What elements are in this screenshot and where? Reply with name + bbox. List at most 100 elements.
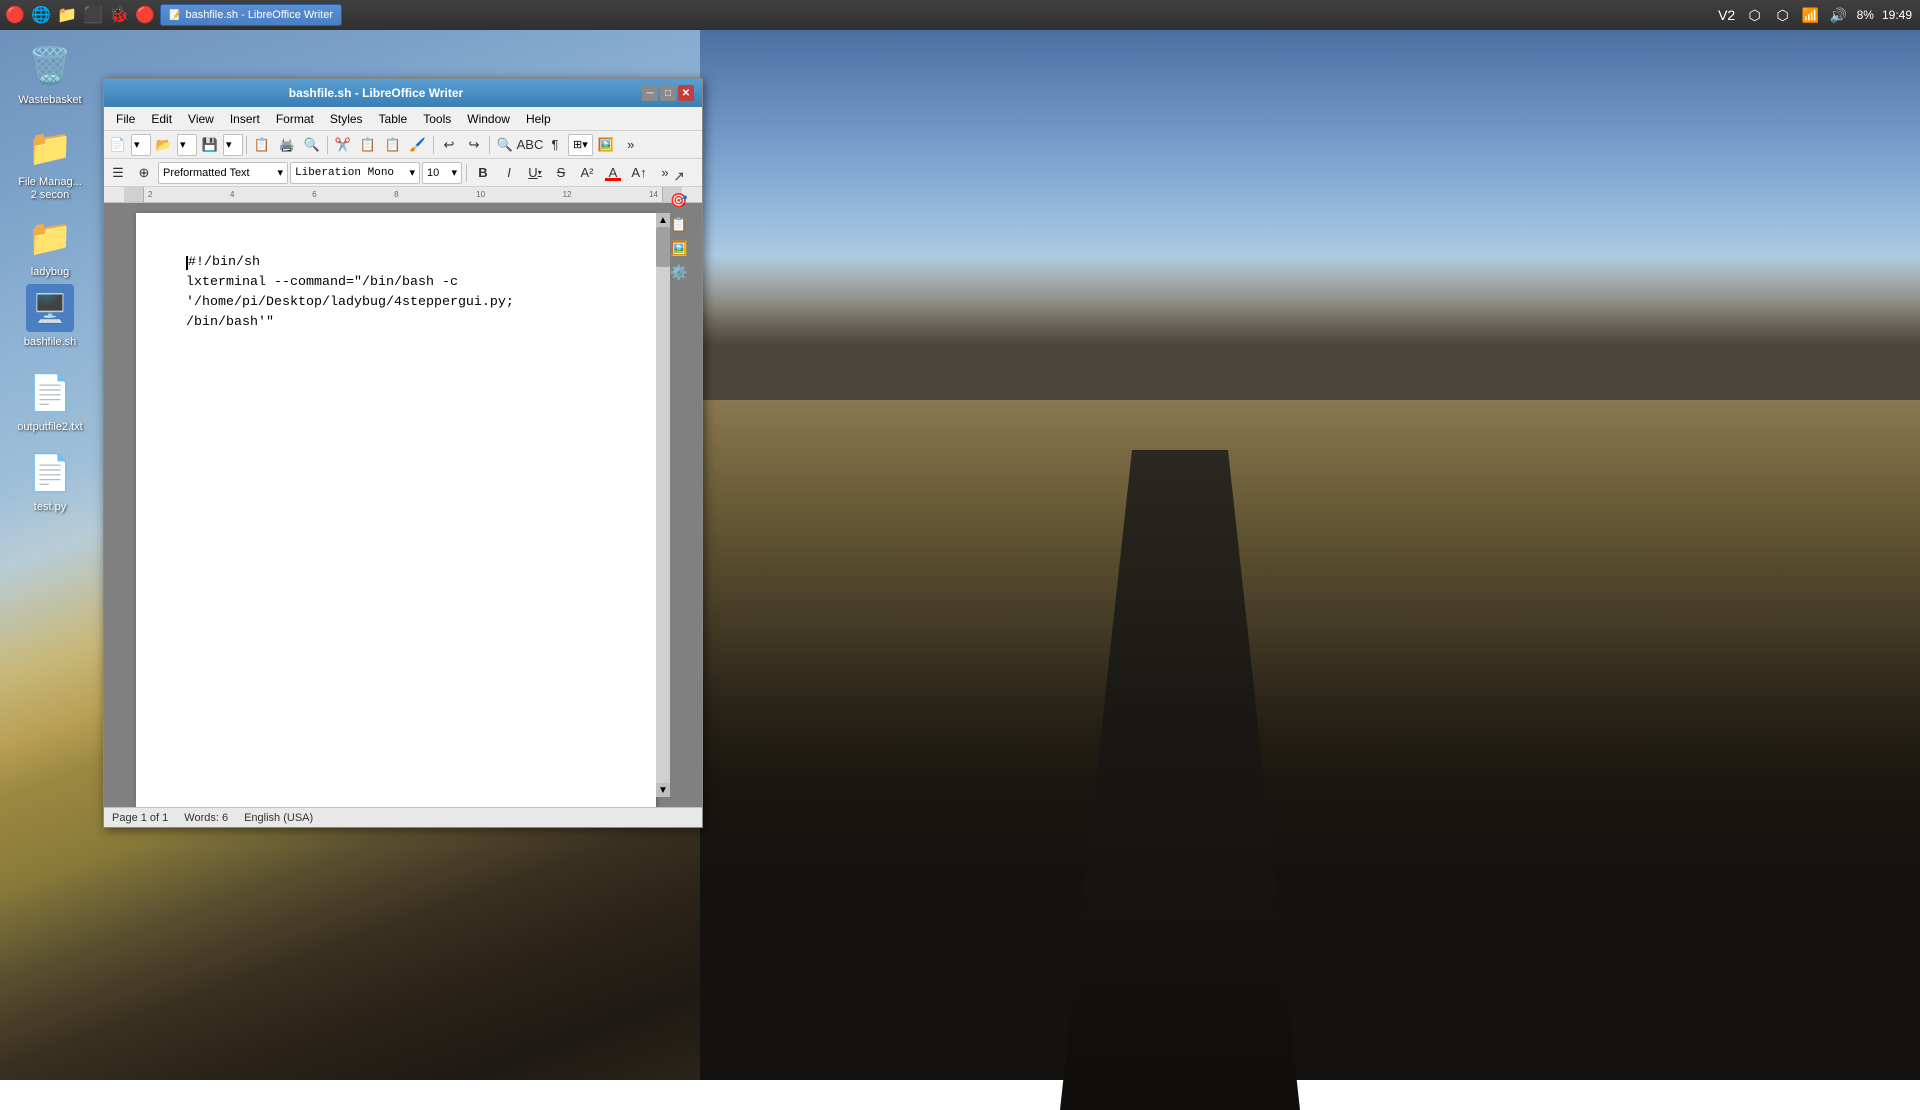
style-dropdown-value: Preformatted Text xyxy=(163,167,250,179)
taskbar: 🔴 🌐 📁 ⬛ 🐞 🔴 📝 bashfile.sh - LibreOffice … xyxy=(0,0,1920,30)
ruler-margin-left xyxy=(124,187,144,202)
more-button[interactable]: » xyxy=(619,134,643,156)
menu-view[interactable]: View xyxy=(180,110,222,128)
close-button[interactable]: ✕ xyxy=(678,85,694,101)
vertical-scrollbar[interactable]: ▲ ▼ xyxy=(656,213,670,797)
sidebar-properties-btn[interactable]: ↗ xyxy=(668,165,690,187)
menu-tools[interactable]: Tools xyxy=(415,110,459,128)
wastebasket-label: Wastebasket xyxy=(18,94,81,107)
taskbar-icon-3[interactable]: 📁 xyxy=(56,4,78,26)
separator1 xyxy=(246,136,247,154)
italic-button[interactable]: I xyxy=(497,162,521,184)
new-style-button[interactable]: ⊕ xyxy=(132,162,156,184)
font-effects-button[interactable]: A↑ xyxy=(627,162,651,184)
desktop-icon-testpy[interactable]: 📄 test.py xyxy=(10,445,90,518)
taskbar-icon-4[interactable]: ⬛ xyxy=(82,4,104,26)
save-dropdown[interactable]: ▾ xyxy=(223,134,243,156)
battery-level: 8% xyxy=(1857,8,1874,22)
sidebar-styles-btn[interactable]: 📋 xyxy=(668,213,690,235)
taskbar-icon-2[interactable]: 🌐 xyxy=(30,4,52,26)
styles-listbox-button[interactable]: ☰ xyxy=(106,162,130,184)
new-button[interactable]: 📄 xyxy=(106,134,130,156)
sidebar-gallery-btn[interactable]: 🖼️ xyxy=(668,237,690,259)
clock: 19:49 xyxy=(1882,8,1912,22)
insert-table-dropdown[interactable]: ⊞▾ xyxy=(568,134,593,156)
folder1-icon: 📁 xyxy=(26,124,74,172)
menu-help[interactable]: Help xyxy=(518,110,559,128)
tray-wifi: 📶 xyxy=(1801,5,1821,25)
menu-insert[interactable]: Insert xyxy=(222,110,268,128)
window-title: bashfile.sh - LibreOffice Writer xyxy=(112,86,640,100)
cut-button[interactable]: ✂️ xyxy=(331,134,355,156)
outputfile2-label: outputfile2.txt xyxy=(17,421,82,434)
ground-background xyxy=(700,400,1920,1080)
save-button[interactable]: 💾 xyxy=(198,134,222,156)
style-dropdown-arrow: ▾ xyxy=(277,166,283,179)
format-paintbrush[interactable]: 🖌️ xyxy=(406,134,430,156)
menu-format[interactable]: Format xyxy=(268,110,322,128)
sidebar-navigator-btn[interactable]: 🎯 xyxy=(668,189,690,211)
ruler-numbers: 2468101214 xyxy=(144,190,662,199)
menu-edit[interactable]: Edit xyxy=(143,110,180,128)
desktop-icon-ladybug[interactable]: 📁 ladybug xyxy=(10,210,90,283)
menu-window[interactable]: Window xyxy=(459,110,518,128)
superscript-button[interactable]: A² xyxy=(575,162,599,184)
bold-button[interactable]: B xyxy=(471,162,495,184)
desktop-icon-folder1[interactable]: 📁 File Manag...2 secon xyxy=(10,120,90,206)
desktop-icon-outputfile2[interactable]: 📄 outputfile2.txt xyxy=(10,365,90,438)
menu-table[interactable]: Table xyxy=(371,110,416,128)
taskbar-window-button[interactable]: 📝 bashfile.sh - LibreOffice Writer xyxy=(160,4,342,26)
writer-window: bashfile.sh - LibreOffice Writer ─ □ ✕ F… xyxy=(103,78,703,828)
testpy-label: test.py xyxy=(34,501,66,514)
insert-image-button[interactable]: 🖼️ xyxy=(594,134,618,156)
find-button[interactable]: 🔍 xyxy=(493,134,517,156)
wastebasket-icon: 🗑️ xyxy=(26,42,74,90)
nonprint-button[interactable]: ¶ xyxy=(543,134,567,156)
taskbar-icon-5[interactable]: 🐞 xyxy=(108,4,130,26)
export-pdf-button[interactable]: 📋 xyxy=(250,134,274,156)
document-area[interactable]: #!/bin/sh lxterminal --command="/bin/bas… xyxy=(104,203,702,807)
testpy-icon: 📄 xyxy=(26,449,74,497)
content-line2: lxterminal --command="/bin/bash -c '/hom… xyxy=(186,273,606,313)
minimize-button[interactable]: ─ xyxy=(642,85,658,101)
tray-volume: 🔊 xyxy=(1829,5,1849,25)
font-name-dropdown[interactable]: Liberation Mono ▾ xyxy=(290,162,420,184)
spelling-button[interactable]: ABC xyxy=(518,134,542,156)
toolbar-standard: 📄 ▾ 📂 ▾ 💾 ▾ 📋 🖨️ 🔍 ✂️ 📋 📋 🖌️ ↩ ↪ 🔍 ABC ¶… xyxy=(104,131,702,159)
maximize-button[interactable]: □ xyxy=(660,85,676,101)
strikethrough-button[interactable]: S xyxy=(549,162,573,184)
paragraph-style-dropdown[interactable]: Preformatted Text ▾ xyxy=(158,162,288,184)
print-preview-button[interactable]: 🔍 xyxy=(300,134,324,156)
taskbar-icon-6[interactable]: 🔴 xyxy=(134,4,156,26)
ladybug-folder-icon: 📁 xyxy=(26,214,74,262)
copy-button[interactable]: 📋 xyxy=(356,134,380,156)
open-button[interactable]: 📂 xyxy=(152,134,176,156)
separator3 xyxy=(433,136,434,154)
new-dropdown[interactable]: ▾ xyxy=(131,134,151,156)
bashfile-label: bashfile.sh xyxy=(24,336,77,349)
taskbar-icon-1[interactable]: 🔴 xyxy=(4,4,26,26)
document-page[interactable]: #!/bin/sh lxterminal --command="/bin/bas… xyxy=(136,213,656,807)
content-line3: /bin/bash'" xyxy=(186,313,606,333)
taskbar-right: V2 ⬡ ⬡ 📶 🔊 8% 19:49 xyxy=(1709,5,1920,25)
scroll-down-button[interactable]: ▼ xyxy=(656,783,670,797)
font-size-arrow: ▾ xyxy=(451,166,457,179)
open-dropdown[interactable]: ▾ xyxy=(177,134,197,156)
undo-button[interactable]: ↩ xyxy=(437,134,461,156)
desktop-icon-bashfile[interactable]: 🖥️ bashfile.sh xyxy=(10,280,90,353)
desktop-icon-wastebasket[interactable]: 🗑️ Wastebasket xyxy=(10,38,90,111)
menu-file[interactable]: File xyxy=(108,110,143,128)
menu-styles[interactable]: Styles xyxy=(322,110,371,128)
right-sidebar: ↗ 🎯 📋 🖼️ ⚙️ xyxy=(666,163,688,285)
sidebar-macro-btn[interactable]: ⚙️ xyxy=(668,261,690,283)
font-size-dropdown[interactable]: 10 ▾ xyxy=(422,162,462,184)
print-button[interactable]: 🖨️ xyxy=(275,134,299,156)
font-color-button[interactable]: A xyxy=(601,162,625,184)
paste-button[interactable]: 📋 xyxy=(381,134,405,156)
title-bar: bashfile.sh - LibreOffice Writer ─ □ ✕ xyxy=(104,79,702,107)
separator2 xyxy=(327,136,328,154)
font-dropdown-arrow: ▾ xyxy=(409,166,415,179)
underline-button[interactable]: U▾ xyxy=(523,162,547,184)
font-dropdown-value: Liberation Mono xyxy=(295,167,394,179)
redo-button[interactable]: ↪ xyxy=(462,134,486,156)
